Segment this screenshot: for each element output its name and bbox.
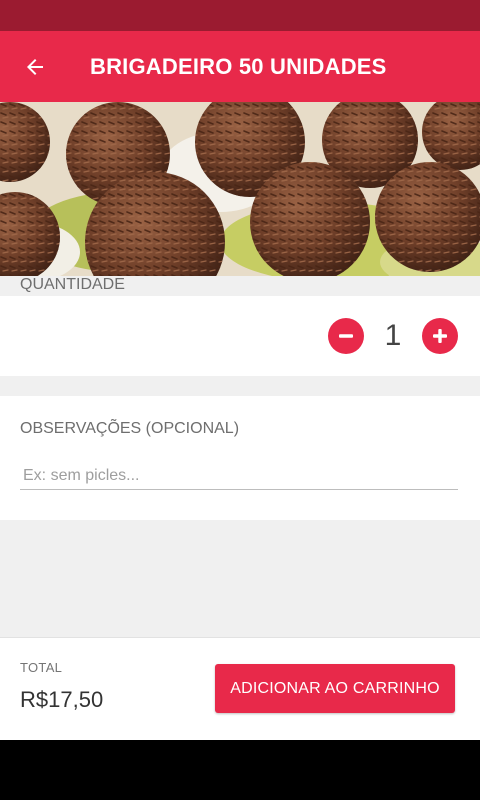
increment-button[interactable] [422,318,458,354]
quantity-label: QUANTIDADE [20,276,125,293]
page-title: BRIGADEIRO 50 UNIDADES [90,53,387,79]
total-value: R$17,50 [20,687,104,712]
notes-card: OBSERVAÇÕES (OPCIONAL) [0,396,480,520]
minus-icon [339,334,353,338]
product-form: QUANTIDADE 1 OBSERVAÇÕES (OPCIONAL) [0,276,480,637]
quantity-value: 1 [384,319,402,352]
status-bar [0,0,480,31]
arrow-left-icon [27,58,43,75]
app-bar: BRIGADEIRO 50 UNIDADES [0,31,480,102]
checkout-footer: TOTAL R$17,50 ADICIONAR AO CARRINHO [0,637,480,740]
notes-label: OBSERVAÇÕES (OPCIONAL) [20,420,240,437]
product-image [0,102,480,276]
plus-icon [433,329,447,343]
total-label: TOTAL [20,660,63,675]
add-to-cart-button[interactable]: ADICIONAR AO CARRINHO [215,664,455,713]
quantity-stepper: 1 [328,318,458,354]
notes-input[interactable] [20,462,458,490]
back-button[interactable] [0,31,70,102]
quantity-card: QUANTIDADE 1 [0,276,480,376]
decrement-button[interactable] [328,318,364,354]
system-navigation-bar [0,740,480,800]
